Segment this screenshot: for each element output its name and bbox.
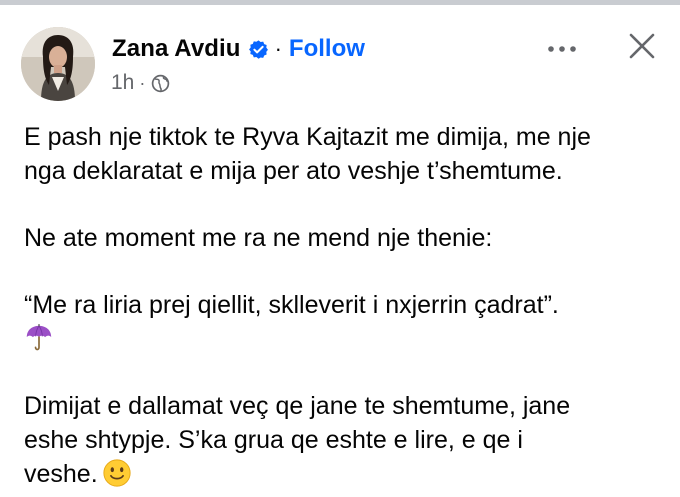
umbrella-emoji-icon <box>24 323 54 353</box>
more-options-button[interactable] <box>540 34 584 64</box>
globe-icon[interactable] <box>151 74 170 93</box>
paragraph-3-emoji-line <box>24 322 664 356</box>
paragraph-4-line-3-text: veshe. <box>24 460 98 488</box>
post-text: E pash nje tiktok te Ryva Kajtazit me di… <box>24 120 664 491</box>
paragraph-4-line-3: veshe. <box>24 457 664 491</box>
paragraph-4-line-2: eshe shtypje. S’ka grua qe eshte e lire,… <box>24 426 523 454</box>
meta-separator: · <box>139 72 146 93</box>
avatar[interactable] <box>21 27 95 101</box>
author-row: Zana Avdiu · Follow <box>112 33 365 65</box>
more-horizontal-icon <box>548 46 576 52</box>
follow-button[interactable]: Follow <box>289 35 365 63</box>
verified-badge-icon <box>248 39 269 60</box>
top-divider <box>0 0 680 5</box>
name-follow-separator: · <box>274 36 282 61</box>
author-name[interactable]: Zana Avdiu <box>112 35 241 63</box>
post-timestamp[interactable]: 1h <box>111 71 134 95</box>
paragraph-2: Ne ate moment me ra ne mend nje thenie: <box>24 224 493 252</box>
paragraph-1-line-2: nga deklaratat e mija per ato veshje t’s… <box>24 157 563 185</box>
close-button[interactable] <box>620 26 664 66</box>
paragraph-4-line-1: Dimijat e dallamat veç qe jane te shemtu… <box>24 392 571 420</box>
avatar-photo <box>21 27 95 101</box>
close-icon <box>629 33 655 59</box>
post-meta: 1h · <box>111 70 170 96</box>
paragraph-3: “Me ra liria prej qiellit, sklleverit i … <box>24 291 559 319</box>
smile-emoji-icon <box>102 458 132 488</box>
paragraph-1-line-1: E pash nje tiktok te Ryva Kajtazit me di… <box>24 123 591 151</box>
